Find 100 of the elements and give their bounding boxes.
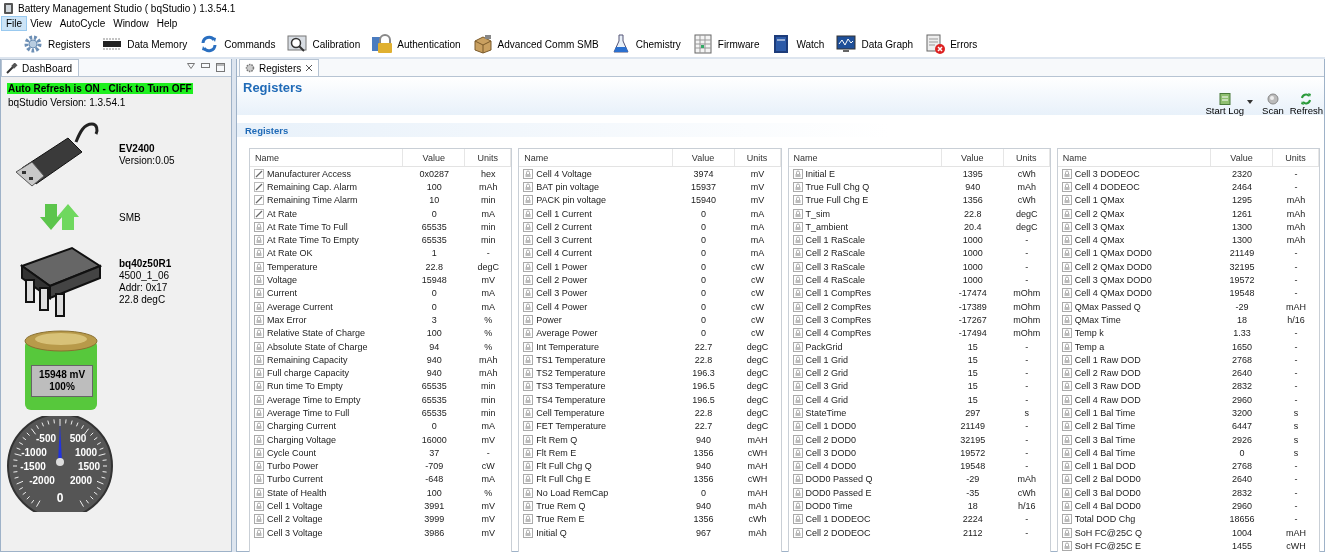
register-value: 1395 — [961, 168, 984, 179]
menu-item[interactable]: Help — [152, 17, 182, 30]
register-units: cW — [750, 275, 765, 285]
register-name: Turbo Current — [267, 474, 323, 485]
pencil-icon — [254, 168, 264, 179]
register-name: QMax Time — [1074, 314, 1121, 325]
device-info: Addr: 0x17 — [119, 282, 169, 294]
dashboard-tab[interactable]: DashBoard — [1, 59, 80, 76]
package-icon — [472, 34, 493, 54]
column-header[interactable]: Name — [788, 149, 942, 166]
register-name: Flt Rem Q — [536, 434, 578, 445]
register-name: Relative State of Charge — [267, 328, 366, 339]
register-units: - — [485, 248, 491, 259]
register-value: 2464 — [1231, 181, 1253, 192]
column-header[interactable]: Value — [941, 149, 1004, 166]
toolbar-button[interactable]: Calibration — [282, 32, 366, 56]
register-name: Cell 2 DODEOC — [805, 527, 871, 538]
menu-item[interactable]: Window — [109, 17, 153, 30]
column-header[interactable]: Value — [1211, 149, 1273, 166]
register-name: Turbo Power — [267, 461, 319, 472]
register-value: 0 — [430, 421, 438, 432]
lock-icon — [792, 195, 803, 206]
lock-icon — [1061, 208, 1072, 219]
register-name: Cell 1 Grid — [805, 354, 848, 365]
auto-refresh-toggle[interactable]: Auto Refresh is ON - Click to Turn OFF — [7, 83, 193, 94]
column-header[interactable]: Name — [1057, 149, 1211, 166]
register-units: cWH — [1285, 540, 1307, 551]
column-header[interactable]: Value — [403, 149, 466, 166]
toolbar-button[interactable]: Registers — [18, 32, 96, 56]
register-name: Average Power — [536, 328, 598, 339]
lock-icon — [1061, 474, 1072, 485]
toolbar-button[interactable]: Errors — [920, 32, 983, 56]
toolbar-button[interactable]: Start Log — [1204, 93, 1246, 116]
close-icon[interactable] — [305, 64, 314, 72]
register-value: 21149 — [959, 421, 986, 432]
maximize-icon[interactable] — [216, 63, 225, 72]
register-units: min — [480, 394, 497, 405]
toolbar-button[interactable]: Advanced Comm SMB — [467, 32, 604, 56]
register-name: Cell 2 Bal Time — [1074, 421, 1136, 432]
register-value: 15 — [966, 354, 979, 365]
register-value: 0 — [700, 248, 707, 259]
caret-icon[interactable] — [1247, 99, 1254, 104]
register-name: Cell 3 Bal DOD0 — [1074, 487, 1141, 498]
toolbar-button[interactable]: Refresh — [1288, 93, 1324, 116]
column-header[interactable]: Name — [519, 149, 673, 166]
pencil-icon — [254, 181, 264, 192]
toolbar-button[interactable]: Firmware — [687, 32, 765, 56]
column-header[interactable]: Name — [250, 149, 404, 166]
disc-icon — [1266, 93, 1279, 105]
register-units: - — [1293, 487, 1299, 498]
lock-icon — [792, 301, 803, 312]
register-name: Cell 4 QMax — [1074, 235, 1125, 246]
section-title[interactable]: Registers — [245, 124, 289, 136]
menu-item[interactable]: View — [26, 17, 56, 30]
toolbar-button[interactable]: Commands — [194, 32, 281, 56]
register-value: 15 — [966, 394, 979, 405]
register-value: 0 — [700, 487, 707, 498]
toolbar-button[interactable]: Watch — [766, 32, 830, 56]
register-value: 0 — [700, 314, 707, 325]
register-units: mAh — [1285, 235, 1307, 246]
column-header[interactable]: Value — [672, 149, 735, 166]
toolbar-button[interactable]: Scan — [1261, 93, 1285, 116]
column-header[interactable]: Units — [1003, 149, 1050, 166]
column-header[interactable]: Units — [734, 149, 781, 166]
register-value: 65535 — [420, 221, 448, 232]
toolbar-button[interactable]: Chemistry — [605, 32, 686, 56]
register-name: Average Time to Empty — [267, 394, 361, 405]
register-name: Cell 4 RaScale — [805, 275, 866, 285]
register-name: True Rem E — [536, 514, 585, 525]
register-units: - — [1293, 288, 1299, 299]
lock-icon — [254, 341, 264, 352]
register-name: Run time To Empty — [267, 381, 343, 392]
register-value: 2768 — [1231, 354, 1253, 365]
register-units: cW — [750, 301, 765, 312]
register-name: DOD0 Passed Q — [805, 474, 873, 485]
menu-item[interactable]: AutoCycle — [55, 17, 110, 30]
toolbar-button[interactable]: Authentication — [367, 32, 466, 56]
menu-item[interactable]: File — [2, 17, 27, 30]
register-name: Cell 3 QMax DOD0 — [1074, 275, 1152, 285]
register-name: Temp k — [1074, 328, 1104, 339]
minimize-icon[interactable] — [201, 63, 210, 68]
register-units: mAH — [746, 434, 769, 445]
register-name: Cell 1 Bal Time — [1074, 408, 1136, 418]
toolbar-button[interactable]: Data Memory — [97, 32, 193, 56]
register-units: - — [1293, 354, 1299, 365]
register-name: Cell 2 Raw DOD — [1074, 368, 1141, 379]
lock-icon — [1061, 354, 1072, 365]
toolbar-button[interactable]: Data Graph — [831, 32, 919, 56]
register-units: min — [480, 235, 497, 246]
editor-tab[interactable]: Registers — [239, 59, 320, 76]
register-units: mAh — [1285, 221, 1307, 232]
column-header[interactable]: Units — [465, 149, 512, 166]
view-menu-icon[interactable] — [187, 63, 195, 69]
magnifier-icon — [287, 34, 308, 54]
register-value: 3 — [430, 314, 438, 325]
lock-icon — [792, 354, 803, 365]
register-name: Cell 4 DOD0 — [805, 461, 856, 472]
register-value: 22.8 — [693, 354, 714, 365]
column-header[interactable]: Units — [1273, 149, 1319, 166]
register-units: - — [1293, 181, 1299, 192]
